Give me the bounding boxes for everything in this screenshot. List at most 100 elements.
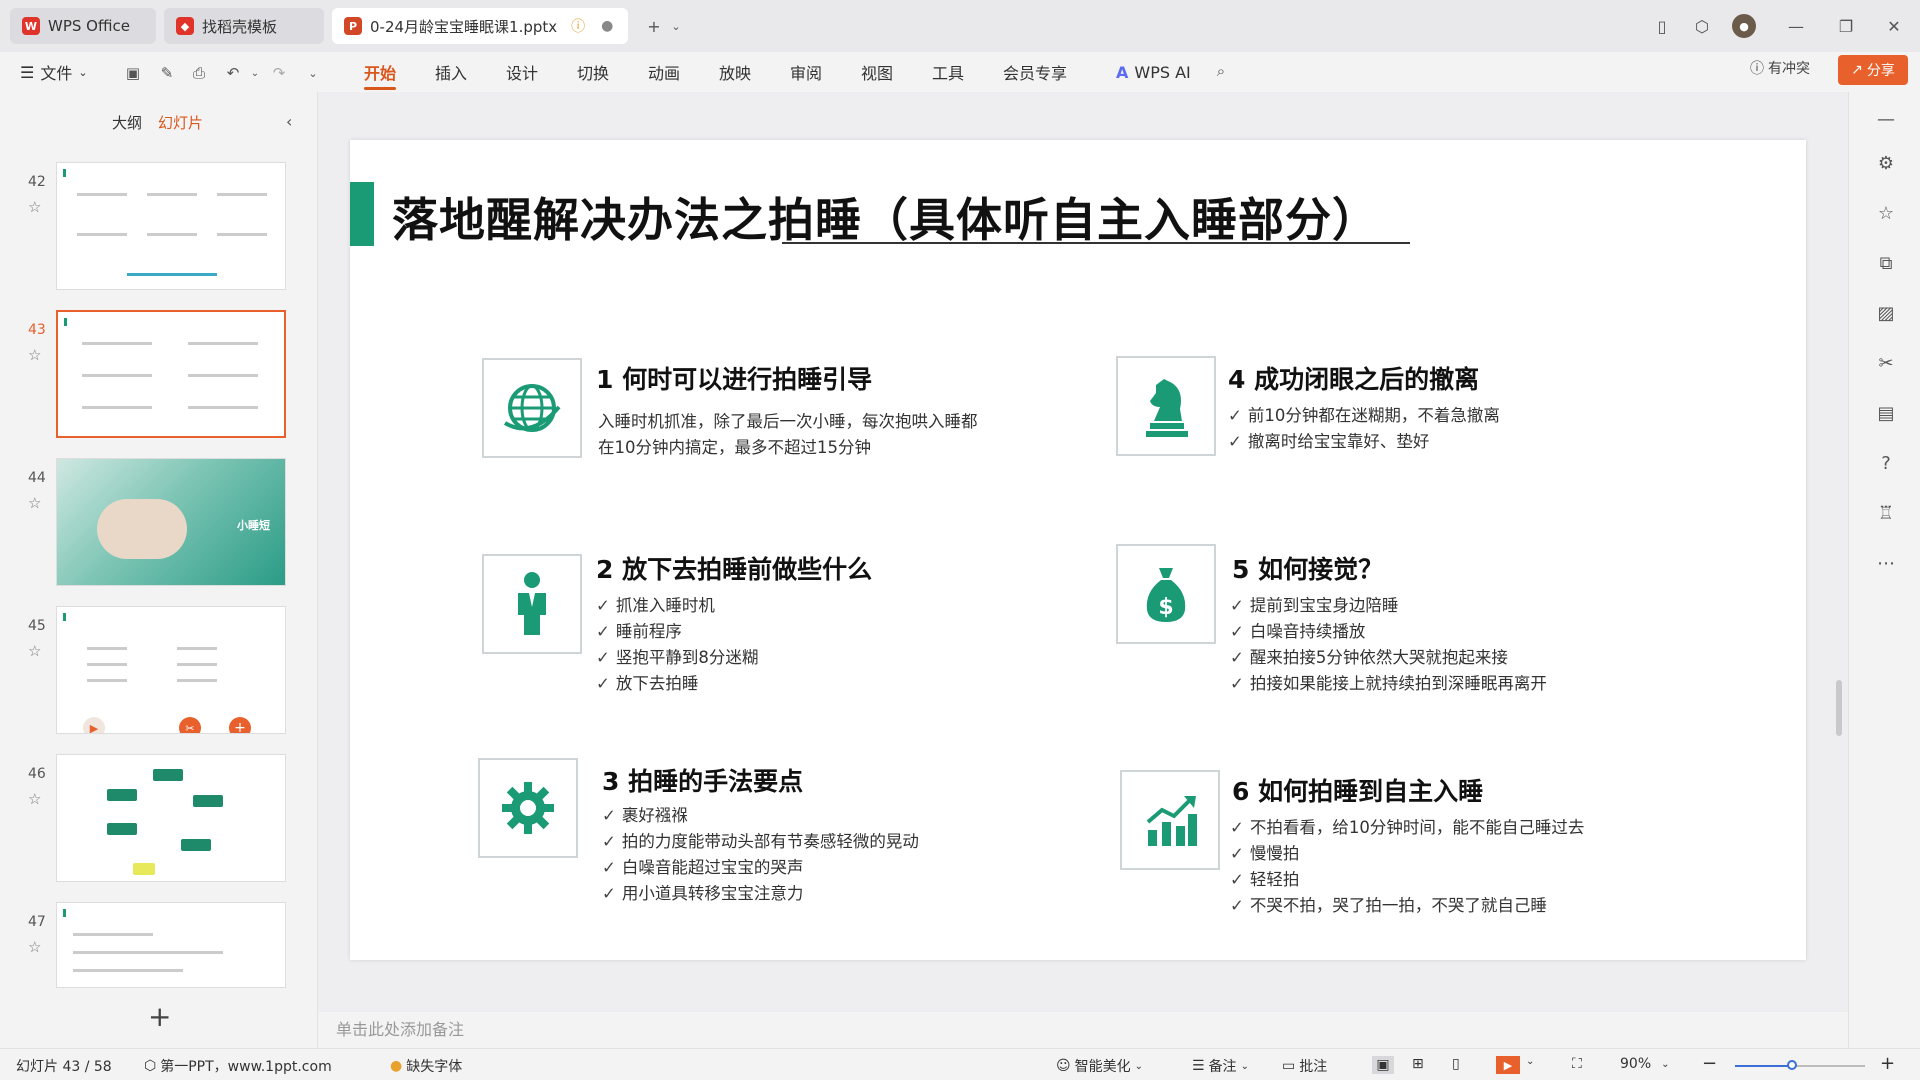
undo-dropdown-icon[interactable]: ⌄ — [244, 62, 266, 84]
star-icon[interactable]: ☆ — [28, 790, 41, 808]
block-check-item[interactable]: ✓ 拍接如果能接上就持续拍到深睡眠再离开 — [1230, 670, 1547, 694]
add-slide-button[interactable]: + — [148, 1000, 171, 1033]
more-quick-actions-icon[interactable]: ⌄ — [302, 62, 324, 84]
theme-name[interactable]: ⬡ 第一PPT，www.1ppt.com — [144, 1056, 332, 1076]
star-icon[interactable]: ☆ — [28, 642, 41, 660]
notes-placeholder[interactable]: 单击此处添加备注 — [336, 1016, 464, 1040]
wps-ai-button[interactable]: A WPS AI — [1116, 58, 1191, 86]
reading-view-icon[interactable]: ▯ — [1452, 1056, 1460, 1072]
block-check-item[interactable]: ✓ 白噪音持续播放 — [1230, 618, 1365, 642]
block-check-item[interactable]: ✓ 不拍看看，给10分钟时间，能不能自己睡过去 — [1230, 814, 1584, 838]
play-options-chevron-icon[interactable]: ⌄ — [1526, 1056, 1534, 1067]
help-icon[interactable]: ? — [1873, 450, 1899, 476]
slide-thumbnail-row[interactable]: 43 ☆ — [0, 310, 300, 440]
slide-thumbnail[interactable]: 小睡短 — [56, 458, 286, 586]
slide-thumbnail-row[interactable]: 42 ☆ — [0, 162, 300, 292]
design-icon[interactable]: ✂ — [179, 717, 201, 733]
smart-beautify-button[interactable]: ☺ 智能美化 ⌄ — [1056, 1056, 1143, 1076]
block-check-item[interactable]: ✓ 不哭不拍，哭了拍一拍，不哭了就自己睡 — [1230, 892, 1547, 916]
slide-thumbnail[interactable] — [56, 902, 286, 988]
zoom-in-button[interactable]: + — [1880, 1053, 1895, 1074]
block-title[interactable]: 4 成功闭眼之后的撤离 — [1228, 360, 1479, 396]
menu-transitions[interactable]: 切换 — [577, 58, 609, 86]
shirt-icon[interactable]: ♖ — [1873, 500, 1899, 526]
play-icon[interactable]: ▶ — [83, 717, 105, 733]
block-check-item[interactable]: ✓ 轻轻拍 — [1230, 866, 1299, 890]
block-check-item[interactable]: ✓ 白噪音能超过宝宝的哭声 — [602, 854, 803, 878]
avatar[interactable]: ● — [1732, 14, 1756, 38]
unsaved-dot-icon[interactable]: ● — [601, 18, 613, 34]
print-preview-icon[interactable]: ⎙ — [188, 62, 210, 84]
tab-list-chevron-icon[interactable]: ⌄ — [664, 14, 688, 38]
file-menu[interactable]: ☰ 文件 ⌄ — [20, 58, 88, 86]
format-painter-icon[interactable]: ✎ — [156, 62, 178, 84]
zoom-level[interactable]: 90% ⌄ — [1620, 1056, 1670, 1072]
normal-view-icon[interactable]: ▣ — [1372, 1056, 1394, 1074]
menu-animations[interactable]: 动画 — [648, 58, 680, 86]
block-check-item[interactable]: ✓ 撤离时给宝宝靠好、垫好 — [1228, 428, 1429, 452]
star-icon[interactable]: ☆ — [28, 494, 41, 512]
copy-icon[interactable]: ⧉ — [1873, 250, 1899, 276]
tools-icon[interactable]: ✂ — [1873, 350, 1899, 376]
block-title[interactable]: 5 如何接觉？ — [1232, 550, 1383, 586]
slide-thumbnail[interactable] — [56, 754, 286, 882]
menu-home[interactable]: 开始 — [364, 58, 397, 90]
block-check-item[interactable]: ✓ 放下去拍睡 — [596, 670, 698, 694]
image-icon[interactable]: ▨ — [1873, 300, 1899, 326]
block-check-item[interactable]: ✓ 拍的力度能带动头部有节奏感轻微的晃动 — [602, 828, 919, 852]
slide-thumbnail-row[interactable]: 46 ☆ — [0, 754, 300, 884]
missing-font-indicator[interactable]: ● 缺失字体 — [390, 1056, 462, 1076]
star-icon[interactable]: ☆ — [1873, 200, 1899, 226]
slide-thumbnail-row[interactable]: 44 ☆ 小睡短 — [0, 458, 300, 588]
star-icon[interactable]: ☆ — [28, 198, 41, 216]
block-check-item[interactable]: ✓ 睡前程序 — [596, 618, 682, 642]
block-title[interactable]: 6 如何拍睡到自主入睡 — [1232, 772, 1483, 808]
add-icon[interactable]: + — [229, 717, 251, 733]
tab-slides[interactable]: 幻灯片 — [158, 112, 203, 133]
block-title[interactable]: 2 放下去拍睡前做些什么 — [596, 550, 872, 586]
cube-icon[interactable]: ⬡ — [1690, 14, 1714, 38]
redo-icon[interactable]: ↷ — [268, 62, 290, 84]
restore-icon[interactable]: ❐ — [1834, 14, 1858, 38]
slide[interactable]: 落地醒解决办法之拍睡（具体听自主入睡部分） 1 何时可以进行拍睡引导 入睡时机抓… — [350, 140, 1806, 960]
tab-outline[interactable]: 大纲 — [112, 112, 142, 133]
menu-member[interactable]: 会员专享 — [1003, 58, 1067, 86]
block-check-item[interactable]: ✓ 竖抱平静到8分迷糊 — [596, 644, 758, 668]
block-title[interactable]: 1 何时可以进行拍睡引导 — [596, 360, 872, 396]
menu-slideshow[interactable]: 放映 — [719, 58, 751, 86]
tab-wps-office[interactable]: W WPS Office — [10, 8, 156, 44]
comments-toggle[interactable]: ▭ 批注 — [1282, 1056, 1327, 1076]
menu-tools[interactable]: 工具 — [932, 58, 964, 86]
block-check-item[interactable]: ✓ 慢慢拍 — [1230, 840, 1299, 864]
save-icon[interactable]: ▣ — [122, 62, 144, 84]
block-check-item[interactable]: ✓ 前10分钟都在迷糊期，不着急撤离 — [1228, 402, 1500, 426]
new-tab-button[interactable]: + — [642, 14, 666, 38]
star-icon[interactable]: ☆ — [28, 346, 41, 364]
search-icon[interactable]: ⌕ — [1210, 60, 1232, 82]
properties-icon[interactable]: ⚙ — [1873, 150, 1899, 176]
minimize-icon[interactable]: — — [1784, 14, 1808, 38]
slide-title[interactable]: 落地醒解决办法之拍睡（具体听自主入睡部分） — [392, 184, 1379, 250]
zoom-out-button[interactable]: − — [1702, 1053, 1717, 1074]
slide-sorter-icon[interactable]: ⊞ — [1412, 1056, 1424, 1072]
slide-thumbnail[interactable] — [56, 162, 286, 290]
collapse-panel-icon[interactable]: ‹ — [286, 112, 292, 131]
slide-thumbnail[interactable]: ▶ ✂ + — [56, 606, 286, 734]
menu-insert[interactable]: 插入 — [435, 58, 467, 86]
zoom-slider-handle[interactable] — [1787, 1060, 1797, 1070]
fit-to-window-icon[interactable]: ⛶ — [1572, 1056, 1582, 1072]
vertical-scrollbar[interactable] — [1836, 680, 1842, 736]
block-check-item[interactable]: ✓ 提前到宝宝身边陪睡 — [1230, 592, 1398, 616]
slide-thumbnail-row[interactable]: 45 ☆ ▶ ✂ + — [0, 606, 300, 736]
close-window-icon[interactable]: ✕ — [1882, 14, 1906, 38]
play-slideshow-button[interactable]: ▶ — [1496, 1056, 1520, 1074]
conflict-indicator[interactable]: ⓘ 有冲突 — [1750, 58, 1810, 78]
undo-icon[interactable]: ↶ — [222, 62, 244, 84]
block-check-item[interactable]: ✓ 醒来拍接5分钟依然大哭就抱起来接 — [1230, 644, 1508, 668]
block-text-line[interactable]: 在10分钟内搞定，最多不超过15分钟 — [598, 434, 871, 458]
block-title[interactable]: 3 拍睡的手法要点 — [602, 762, 803, 798]
slide-thumbnail-current[interactable] — [56, 310, 286, 438]
collapse-icon[interactable]: — — [1873, 106, 1899, 132]
block-check-item[interactable]: ✓ 抓准入睡时机 — [596, 592, 715, 616]
block-check-item[interactable]: ✓ 用小道具转移宝宝注意力 — [602, 880, 803, 904]
